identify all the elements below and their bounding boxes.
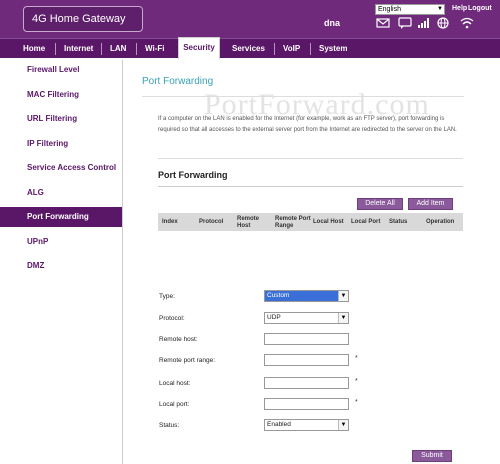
- wifi-icon: [460, 17, 474, 29]
- section-title: Port Forwarding: [158, 170, 228, 180]
- nav-system[interactable]: System: [319, 39, 347, 58]
- protocol-value: UDP: [267, 314, 281, 321]
- column-protocol: Protocol: [199, 219, 224, 225]
- column-remote-host: Remote Host: [237, 216, 260, 229]
- type-select[interactable]: Custom ▼: [264, 290, 349, 302]
- status-value: Enabled: [267, 421, 291, 428]
- delete-all-button[interactable]: Delete All: [357, 198, 403, 210]
- local-port-input[interactable]: [264, 398, 349, 410]
- language-value: English: [378, 6, 401, 13]
- submit-button[interactable]: Submit: [412, 450, 452, 462]
- sidebar-item-url-filtering[interactable]: URL Filtering: [0, 109, 122, 129]
- nav-voip[interactable]: VoIP: [283, 39, 300, 58]
- status-select[interactable]: Enabled ▼: [264, 419, 349, 431]
- nav-divider: [136, 43, 137, 55]
- column-status: Status: [389, 219, 408, 225]
- signal-icon: [418, 18, 429, 28]
- chevron-down-icon: ▼: [338, 420, 348, 430]
- status-label: Status:: [159, 422, 180, 429]
- page-title: Port Forwarding: [142, 76, 214, 87]
- sms-icon[interactable]: [398, 17, 412, 29]
- sidebar: Firewall Level MAC Filtering URL Filteri…: [0, 60, 123, 464]
- sidebar-item-service-access-control[interactable]: Service Access Control: [0, 158, 122, 178]
- rules-table-header: Index Protocol Remote Host Remote Port R…: [158, 213, 463, 231]
- nav-security[interactable]: Security: [178, 37, 220, 59]
- nav-divider: [310, 43, 311, 55]
- help-link[interactable]: Help: [452, 5, 467, 12]
- sidebar-item-ip-filtering[interactable]: IP Filtering: [0, 134, 122, 154]
- add-item-button[interactable]: Add Item: [408, 198, 453, 210]
- section-divider: [158, 186, 463, 187]
- nav-divider: [274, 43, 275, 55]
- local-port-label: Local port:: [159, 401, 190, 408]
- sidebar-item-mac-filtering[interactable]: MAC Filtering: [0, 85, 122, 105]
- nav-divider: [55, 43, 56, 55]
- nav-services[interactable]: Services: [232, 39, 265, 58]
- nav-divider: [101, 43, 102, 55]
- chevron-down-icon: ▼: [338, 313, 348, 323]
- column-index: Index: [162, 219, 178, 225]
- logout-link[interactable]: Logout: [468, 5, 492, 12]
- page-description: If a computer on the LAN is enabled for …: [158, 116, 457, 133]
- chevron-down-icon: ▼: [338, 291, 348, 301]
- language-select[interactable]: English ▼: [375, 4, 445, 15]
- remote-port-range-input[interactable]: [264, 354, 349, 366]
- local-host-label: Local host:: [159, 380, 191, 387]
- column-remote-port-range: Remote Port Range: [275, 216, 311, 229]
- required-mark: *: [355, 355, 358, 362]
- globe-icon: [437, 17, 449, 29]
- required-mark: *: [355, 378, 358, 385]
- chevron-down-icon: ▼: [437, 6, 443, 12]
- nav-home[interactable]: Home: [23, 39, 45, 58]
- brand-logo: 4G Home Gateway: [23, 6, 143, 32]
- column-local-port: Local Port: [351, 219, 381, 225]
- user-name: dna: [324, 18, 341, 28]
- main-nav: Home Internet LAN Wi-Fi Security Service…: [0, 37, 500, 59]
- remote-host-input[interactable]: [264, 333, 349, 345]
- sidebar-item-upnp[interactable]: UPnP: [0, 232, 122, 252]
- protocol-label: Protocol:: [159, 315, 185, 322]
- column-local-host: Local Host: [313, 219, 344, 225]
- remote-host-label: Remote host:: [159, 336, 198, 343]
- sidebar-item-dmz[interactable]: DMZ: [0, 256, 122, 276]
- header-bar: 4G Home Gateway dna English ▼ Help Logou…: [0, 0, 500, 38]
- nav-internet[interactable]: Internet: [64, 39, 93, 58]
- sidebar-item-firewall-level[interactable]: Firewall Level: [0, 60, 122, 80]
- remote-port-range-label: Remote port range:: [159, 357, 216, 364]
- title-divider: [142, 96, 464, 97]
- local-host-input[interactable]: [264, 377, 349, 389]
- nav-wifi[interactable]: Wi-Fi: [145, 39, 164, 58]
- nav-lan[interactable]: LAN: [110, 39, 126, 58]
- sidebar-item-alg[interactable]: ALG: [0, 183, 122, 203]
- sidebar-item-port-forwarding[interactable]: Port Forwarding: [0, 207, 122, 227]
- protocol-select[interactable]: UDP ▼: [264, 312, 349, 324]
- mail-icon[interactable]: [376, 17, 390, 29]
- required-mark: *: [355, 399, 358, 406]
- app-root: 4G Home Gateway dna English ▼ Help Logou…: [0, 0, 500, 464]
- type-label: Type:: [159, 293, 175, 300]
- column-operation: Operation: [426, 219, 455, 225]
- type-value: Custom: [265, 291, 338, 301]
- description-divider: [158, 158, 463, 159]
